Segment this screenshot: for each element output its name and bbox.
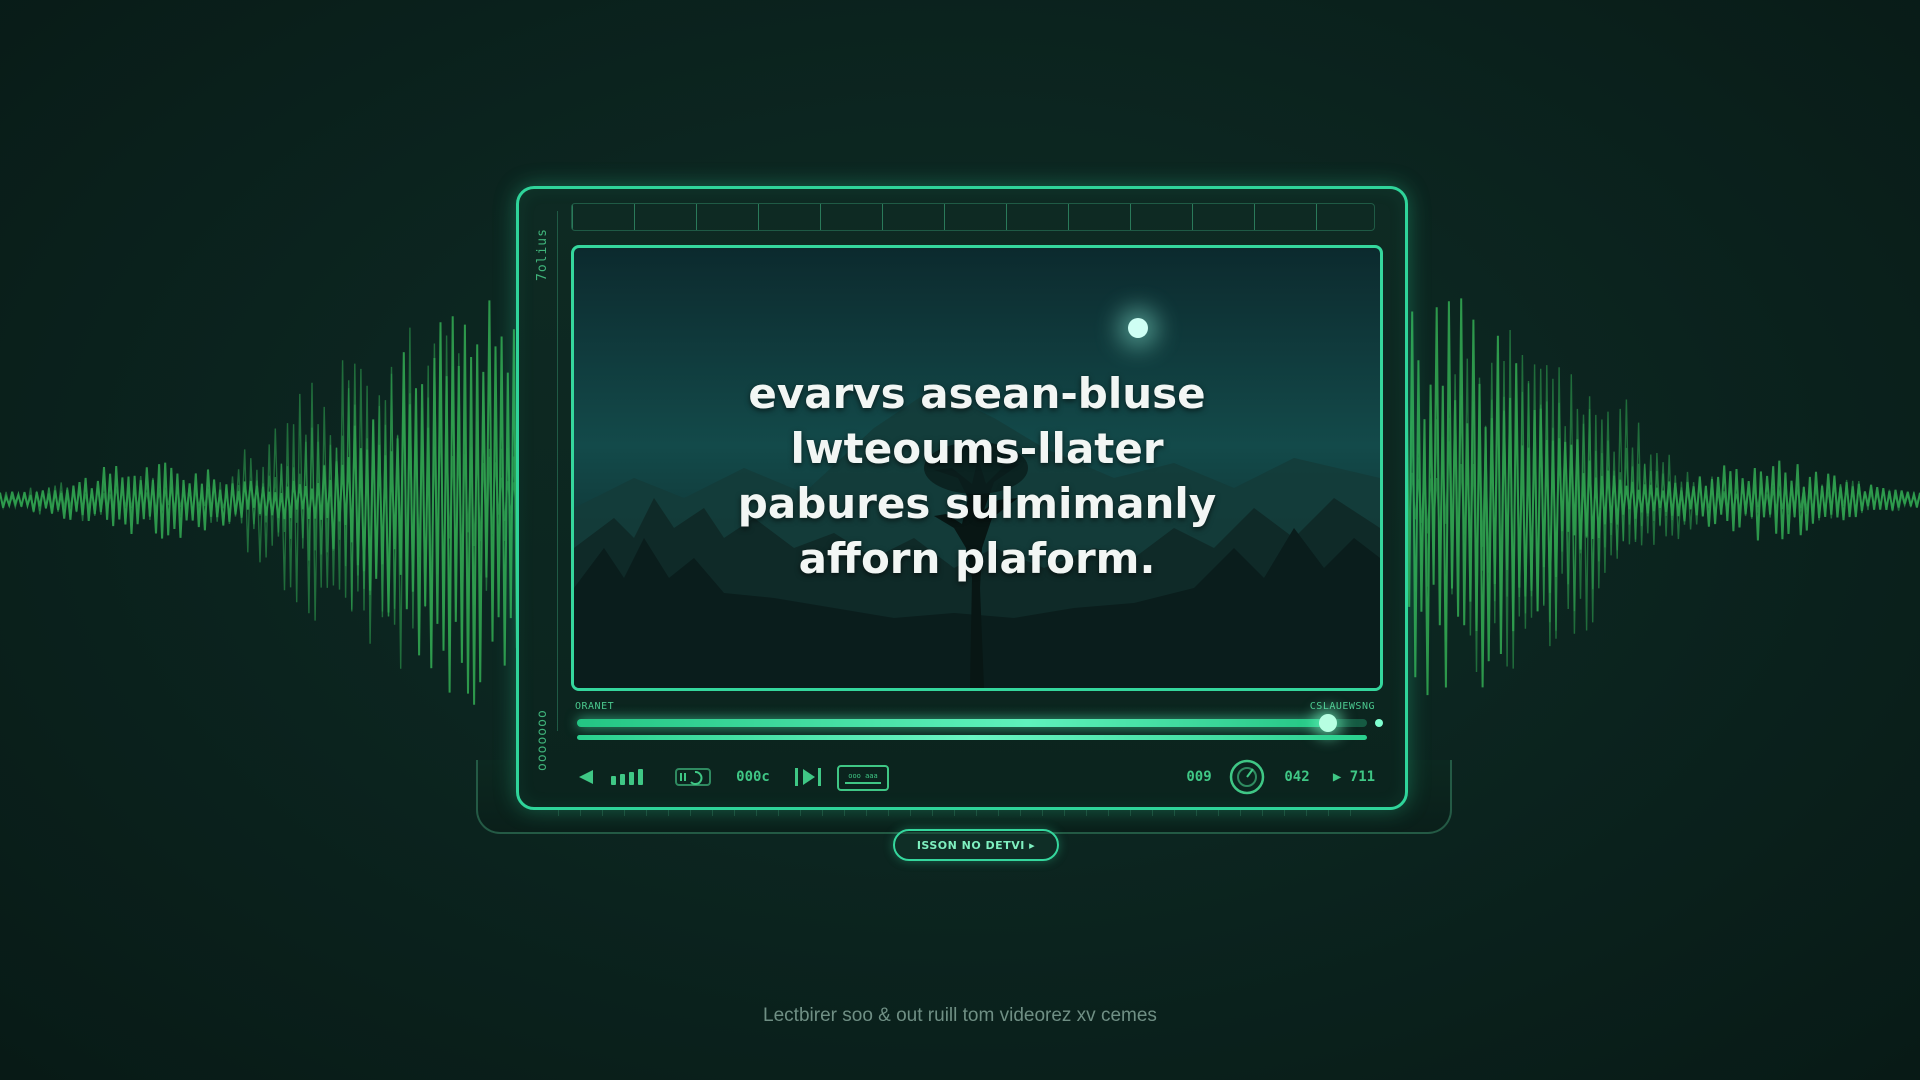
rewind-icon bbox=[579, 770, 593, 784]
quality-badge[interactable]: ooo aaa bbox=[837, 765, 889, 791]
waveform-left bbox=[0, 300, 520, 705]
frame-counter: 000c bbox=[736, 769, 770, 785]
cta-button[interactable]: ISSON NO DETVI ▸ bbox=[893, 829, 1059, 861]
moon-glow bbox=[1128, 318, 1148, 338]
overlay-line: lwteoums-llater bbox=[790, 424, 1164, 473]
progress-thumb[interactable] bbox=[1318, 714, 1337, 732]
buffer-bar bbox=[577, 735, 1367, 740]
footer-caption: Lectbirer soo & out ruill tom videorez x… bbox=[763, 1005, 1157, 1026]
video-screen[interactable]: evarvs asean-bluse lwteoums-llater pabur… bbox=[571, 245, 1383, 691]
counter-right-b: 042 bbox=[1284, 769, 1310, 785]
video-player-window: 7olius ooooooo evarvs asean-bluse lwteou… bbox=[516, 186, 1408, 810]
total-time: CSLAUEWSNG bbox=[1309, 701, 1375, 712]
progress-fill bbox=[577, 719, 1328, 727]
side-label-bottom: ooooooo bbox=[535, 709, 550, 771]
waveform-right bbox=[1400, 298, 1920, 696]
counter-right-a: 009 bbox=[1186, 769, 1212, 785]
quality-badge-label: ooo aaa bbox=[848, 772, 878, 780]
control-bar: 000c ooo aaa 009 042 ▶ 711 bbox=[575, 757, 1375, 797]
video-overlay-text: evarvs asean-bluse lwteoums-llater pabur… bbox=[574, 366, 1380, 586]
progress-bar[interactable] bbox=[577, 714, 1383, 732]
rewind-button[interactable] bbox=[575, 765, 597, 789]
side-rail: 7olius ooooooo bbox=[535, 211, 558, 771]
step-forward-button[interactable] bbox=[791, 765, 825, 789]
side-label-top: 7olius bbox=[535, 228, 550, 281]
overlay-line: evarvs asean-bluse bbox=[748, 369, 1206, 418]
timeline-ruler[interactable] bbox=[571, 203, 1375, 231]
loop-icon bbox=[675, 768, 711, 786]
overlay-line: afforn plaform. bbox=[798, 534, 1156, 583]
elapsed-time: ORANET bbox=[575, 701, 615, 712]
loop-button[interactable] bbox=[675, 765, 713, 789]
volume-button[interactable] bbox=[611, 765, 651, 789]
badge-underline bbox=[845, 782, 881, 784]
playback-dial-button[interactable] bbox=[1227, 759, 1267, 795]
time-labels: ORANET CSLAUEWSNG bbox=[575, 701, 1375, 715]
next-button[interactable]: ▶ 711 bbox=[1327, 765, 1381, 789]
volume-bars-icon bbox=[611, 769, 643, 785]
step-forward-icon bbox=[795, 768, 821, 786]
dial-icon bbox=[1229, 759, 1265, 795]
overlay-line: pabures sulmimanly bbox=[737, 479, 1217, 528]
progress-end-dot bbox=[1375, 719, 1383, 727]
